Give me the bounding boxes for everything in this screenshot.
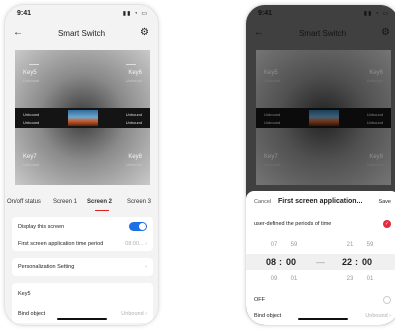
off-label: OFF: [254, 297, 265, 303]
option-label: user-defined the periods of time: [254, 221, 332, 227]
key-status: Unbound: [23, 78, 40, 83]
tab-on-off-status[interactable]: On/off status: [7, 199, 41, 205]
display-screen-toggle[interactable]: [129, 222, 147, 231]
bind-object-label: Bind object: [254, 313, 282, 319]
key-binding-card: Key5 Bind object Unbound ›: [12, 283, 153, 323]
display-screen-label: Display this screen: [18, 224, 65, 230]
status-icons: ▮▮ ◔ ▭: [122, 11, 148, 17]
status-bar: 9:41 ▮▮ ◔ ▭: [5, 5, 158, 23]
screen-label: Unbound: [125, 112, 142, 117]
phone-screen-left: 9:41 ▮▮ ◔ ▭ ← Smart Switch ⚙ Key5 Unboun…: [4, 4, 159, 326]
chevron-right-icon: ›: [145, 264, 147, 270]
bind-object-value: Unbound ›: [121, 311, 147, 317]
gear-icon[interactable]: ⚙: [140, 27, 149, 38]
time-period-sheet: Cancel First screen application... Save …: [246, 191, 395, 325]
personalization-label: Personalization Setting: [18, 264, 75, 270]
sheet-title: First screen application...: [278, 198, 363, 205]
key-divider: [29, 64, 39, 65]
home-indicator: [56, 318, 107, 320]
time-colon: :: [355, 257, 358, 267]
display-screen-row: Display this screen: [18, 224, 147, 230]
tab-screen-1[interactable]: Screen 1: [53, 199, 77, 205]
time-period-row[interactable]: First screen application time period 08:…: [18, 241, 147, 247]
picker-selection-band: 08 : 00 — 22 : 00: [246, 254, 395, 270]
time-period-label: First screen application time period: [18, 241, 104, 247]
tab-screen-2[interactable]: Screen 2: [87, 199, 112, 205]
key-label: Key6: [128, 70, 142, 76]
start-hour-next: 09: [270, 276, 278, 282]
tab-screen-3[interactable]: Screen 3: [127, 199, 151, 205]
screen-label: Unbound: [23, 120, 40, 125]
switch-panel-preview: Key5 Unbound Key6 Unbound Unbound Unboun…: [15, 50, 150, 185]
bind-object-row[interactable]: Bind object Unbound ›: [18, 311, 147, 317]
key-tl[interactable]: Key5 Unbound: [23, 70, 39, 83]
key-divider: [126, 64, 136, 65]
time-period-value: 08:00... ›: [125, 241, 147, 247]
nav-bar: ← Smart Switch ⚙: [5, 25, 158, 45]
key-tr[interactable]: Key6 Unbound: [126, 70, 142, 83]
bind-object-value: Unbound ›: [365, 313, 391, 319]
key-section-title: Key5: [18, 291, 31, 297]
screen-tabs: On/off status Screen 1 Screen 2 Screen 3: [5, 199, 158, 213]
panel-screen: Unbound Unbound Unbound Unbound: [15, 108, 150, 128]
end-minute[interactable]: 00: [362, 257, 372, 267]
end-minute-prev: 59: [366, 242, 374, 248]
tab-underline: [95, 210, 109, 211]
key-status: Unbound: [125, 78, 142, 83]
status-time: 9:41: [17, 10, 32, 17]
end-hour-next: 23: [346, 276, 354, 282]
screen-label: Unbound: [23, 112, 40, 117]
bind-object-label: Bind object: [18, 311, 46, 317]
end-minute-next: 01: [366, 276, 374, 282]
start-hour[interactable]: 08: [266, 257, 276, 267]
screen-label: Unbound: [125, 120, 142, 125]
sheet-header: Cancel First screen application... Save: [254, 198, 391, 208]
key-status: Unbound: [23, 162, 40, 167]
mountain-thumbnail: [67, 110, 98, 126]
key-br[interactable]: Key8 Unbound: [126, 154, 142, 167]
range-separator: —: [316, 257, 325, 267]
phone-screen-right: 9:41 ▮▮ ◔ ▭ ← Smart Switch ⚙ Key5 Unboun…: [245, 4, 395, 326]
start-minute-next: 01: [290, 276, 298, 282]
personalization-row: Personalization Setting ›: [18, 264, 147, 270]
cancel-button[interactable]: Cancel: [254, 199, 271, 205]
personalization-card[interactable]: Personalization Setting ›: [12, 258, 153, 276]
home-indicator: [297, 318, 348, 320]
off-option[interactable]: OFF: [254, 296, 391, 304]
key-bl[interactable]: Key7 Unbound: [23, 154, 39, 167]
radio-icon: [383, 296, 391, 304]
start-minute-prev: 59: [290, 242, 298, 248]
time-picker[interactable]: 08 : 00 — 22 : 00 07 59 21 59 09 01 23 0…: [246, 234, 395, 290]
key-label: Key8: [128, 154, 142, 160]
end-hour-prev: 21: [346, 242, 354, 248]
end-hour[interactable]: 22: [342, 257, 352, 267]
check-icon: ✓: [383, 220, 391, 228]
save-button[interactable]: Save: [378, 199, 391, 205]
display-settings-card: Display this screen First screen applica…: [12, 217, 153, 251]
time-colon: :: [279, 257, 282, 267]
start-minute[interactable]: 00: [286, 257, 296, 267]
key-label: Key7: [23, 154, 37, 160]
start-hour-prev: 07: [270, 242, 278, 248]
key-status: Unbound: [125, 162, 142, 167]
user-defined-option[interactable]: user-defined the periods of time ✓: [254, 220, 391, 228]
page-title: Smart Switch: [57, 29, 106, 38]
key-label: Key5: [23, 70, 37, 76]
